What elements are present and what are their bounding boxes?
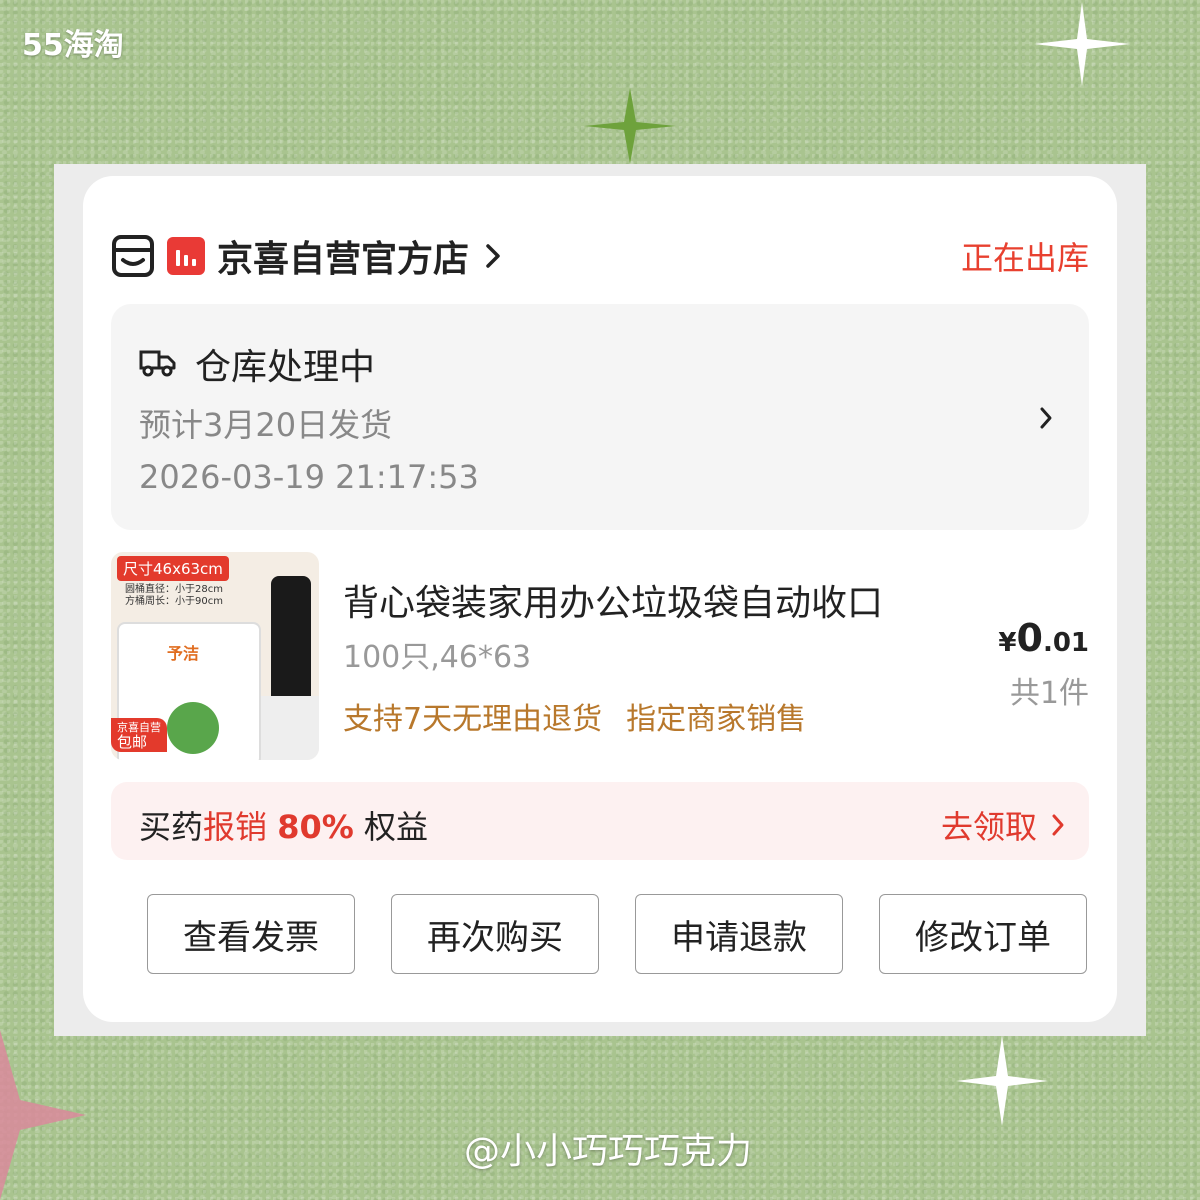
estimated-ship-date: 预计3月20日发货 — [139, 406, 393, 444]
thumb-spec-line: 圆桶直径：小于28cm — [125, 584, 223, 595]
size-tag: 尺寸46x63cm — [117, 556, 229, 581]
promo-line: 包邮 — [117, 733, 148, 751]
product-tag: 指定商家销售 — [626, 702, 807, 737]
logistics-panel[interactable]: 仓库处理中 预计3月20日发货 2026-03-19 21:17:53 — [111, 304, 1089, 530]
jingxi-badge-icon — [167, 237, 205, 275]
store-icon — [112, 235, 154, 277]
chevron-right-icon — [1052, 814, 1064, 836]
product-tags: 支持7天无理由退货 指定商家销售 — [343, 694, 806, 738]
benefit-prefix: 买药 — [139, 808, 204, 846]
claim-label: 去领取 — [940, 808, 1037, 846]
leaf-logo — [167, 702, 219, 754]
sparkle-icon — [0, 1030, 86, 1200]
product-image[interactable]: 尺寸46x63cm 圆桶直径：小于28cm 方桶周长：小于90cm 予洁 京喜自… — [111, 552, 319, 760]
logistics-timestamp: 2026-03-19 21:17:53 — [139, 458, 479, 496]
chevron-right-icon[interactable] — [1039, 406, 1053, 430]
buy-again-button[interactable]: 再次购买 — [391, 894, 599, 974]
sparkle-icon — [1034, 2, 1130, 86]
trash-bin — [261, 696, 319, 760]
product-item[interactable]: 尺寸46x63cm 圆桶直径：小于28cm 方桶周长：小于90cm 予洁 京喜自… — [111, 552, 1089, 762]
benefit-percent: 80% — [277, 808, 354, 846]
price-integer: 0 — [1016, 616, 1043, 660]
product-tag: 支持7天无理由退货 — [343, 702, 603, 737]
product-price: ¥0.01 — [998, 616, 1089, 660]
product-spec: 100只,46*63 — [343, 640, 532, 675]
sparkle-icon — [584, 88, 676, 164]
benefit-highlight: 报销 — [203, 808, 268, 846]
claim-benefit-button[interactable]: 去领取 — [941, 802, 1065, 848]
sparkle-icon — [956, 1036, 1048, 1126]
thumb-spec-line: 方桶周长：小于90cm — [125, 596, 223, 607]
benefit-text: 买药报销 80% 权益 — [139, 802, 428, 848]
order-card: 京喜自营官方店 正在出库 仓库处理中 预计3月20日发货 2026-03-19 … — [83, 176, 1117, 1022]
price-decimal: .01 — [1042, 628, 1089, 658]
author-credit: @小小巧巧巧克力 — [464, 1131, 753, 1172]
shop-name[interactable]: 京喜自营官方店 — [217, 230, 469, 282]
price-currency: ¥ — [998, 628, 1017, 658]
view-invoice-button[interactable]: 查看发票 — [147, 894, 355, 974]
watermark: 55海淘 — [22, 28, 124, 63]
chevron-right-icon[interactable] — [485, 243, 501, 269]
truck-icon — [139, 350, 176, 377]
benefit-suffix: 权益 — [363, 808, 428, 846]
shop-header[interactable]: 京喜自营官方店 正在出库 — [111, 228, 1089, 284]
request-refund-button[interactable]: 申请退款 — [635, 894, 843, 974]
brand-logo: 予洁 — [167, 644, 200, 663]
benefit-banner[interactable]: 买药报销 80% 权益 去领取 — [111, 782, 1089, 860]
order-actions: 查看发票 再次购买 申请退款 修改订单 — [147, 894, 1089, 976]
order-status: 正在出库 — [960, 239, 1089, 277]
modify-order-button[interactable]: 修改订单 — [879, 894, 1087, 974]
thumb-spec: 圆桶直径：小于28cm 方桶周长：小于90cm — [125, 584, 223, 608]
product-title[interactable]: 背心袋装家用办公垃圾袋自动收口 — [343, 574, 883, 626]
free-shipping-tag: 京喜自营 包邮 — [111, 718, 167, 752]
product-quantity: 共1件 — [1009, 676, 1089, 711]
logistics-title: 仓库处理中 — [195, 347, 376, 388]
